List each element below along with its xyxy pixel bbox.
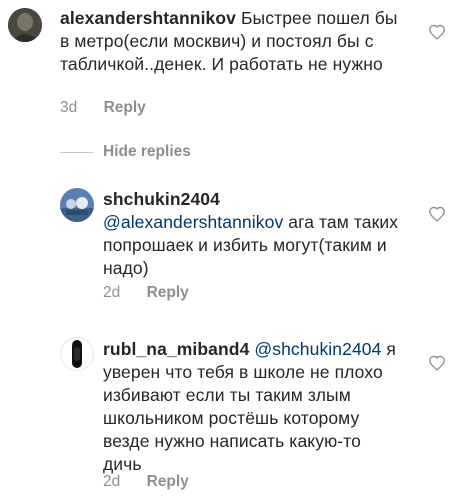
- comment-mention[interactable]: @alexandershtannikov: [103, 212, 283, 232]
- hide-replies-label: Hide replies: [103, 143, 191, 160]
- comment-username[interactable]: alexandershtannikov: [60, 8, 236, 28]
- comment-meta: 3d Reply: [60, 99, 146, 117]
- heart-icon[interactable]: [428, 206, 446, 222]
- comment-meta: 2d Reply: [103, 473, 189, 491]
- hide-replies-button[interactable]: Hide replies: [60, 143, 191, 161]
- comment-time: 2d: [103, 473, 121, 490]
- comment-username[interactable]: rubl_na_miband4: [103, 339, 249, 359]
- comment-time: 2d: [103, 284, 121, 301]
- comment-body: я уверен что тебя в школе не плохо избив…: [103, 339, 396, 474]
- comment-time: 3d: [60, 99, 78, 116]
- avatar[interactable]: [8, 8, 42, 42]
- avatar[interactable]: [60, 337, 94, 371]
- comment-meta: 2d Reply: [103, 284, 189, 302]
- comment-text: rubl_na_miband4 @shchukin2404 я уверен ч…: [103, 338, 403, 476]
- heart-icon[interactable]: [428, 355, 446, 371]
- miband-icon: [72, 340, 82, 368]
- divider: [60, 151, 93, 153]
- avatar-photo-icon: [60, 188, 94, 222]
- avatar-photo-icon: [8, 8, 42, 42]
- comment-text: shchukin2404 @alexandershtannikov ага та…: [103, 188, 413, 280]
- reply-button[interactable]: Reply: [104, 99, 146, 116]
- comment-text: alexandershtannikov Быстрее пошел бы в м…: [60, 7, 410, 76]
- reply-button[interactable]: Reply: [147, 284, 189, 301]
- comment-username[interactable]: shchukin2404: [103, 189, 220, 209]
- reply-button[interactable]: Reply: [147, 473, 189, 490]
- comment-mention[interactable]: @shchukin2404: [254, 339, 381, 359]
- heart-icon[interactable]: [428, 24, 446, 40]
- avatar[interactable]: [60, 188, 94, 222]
